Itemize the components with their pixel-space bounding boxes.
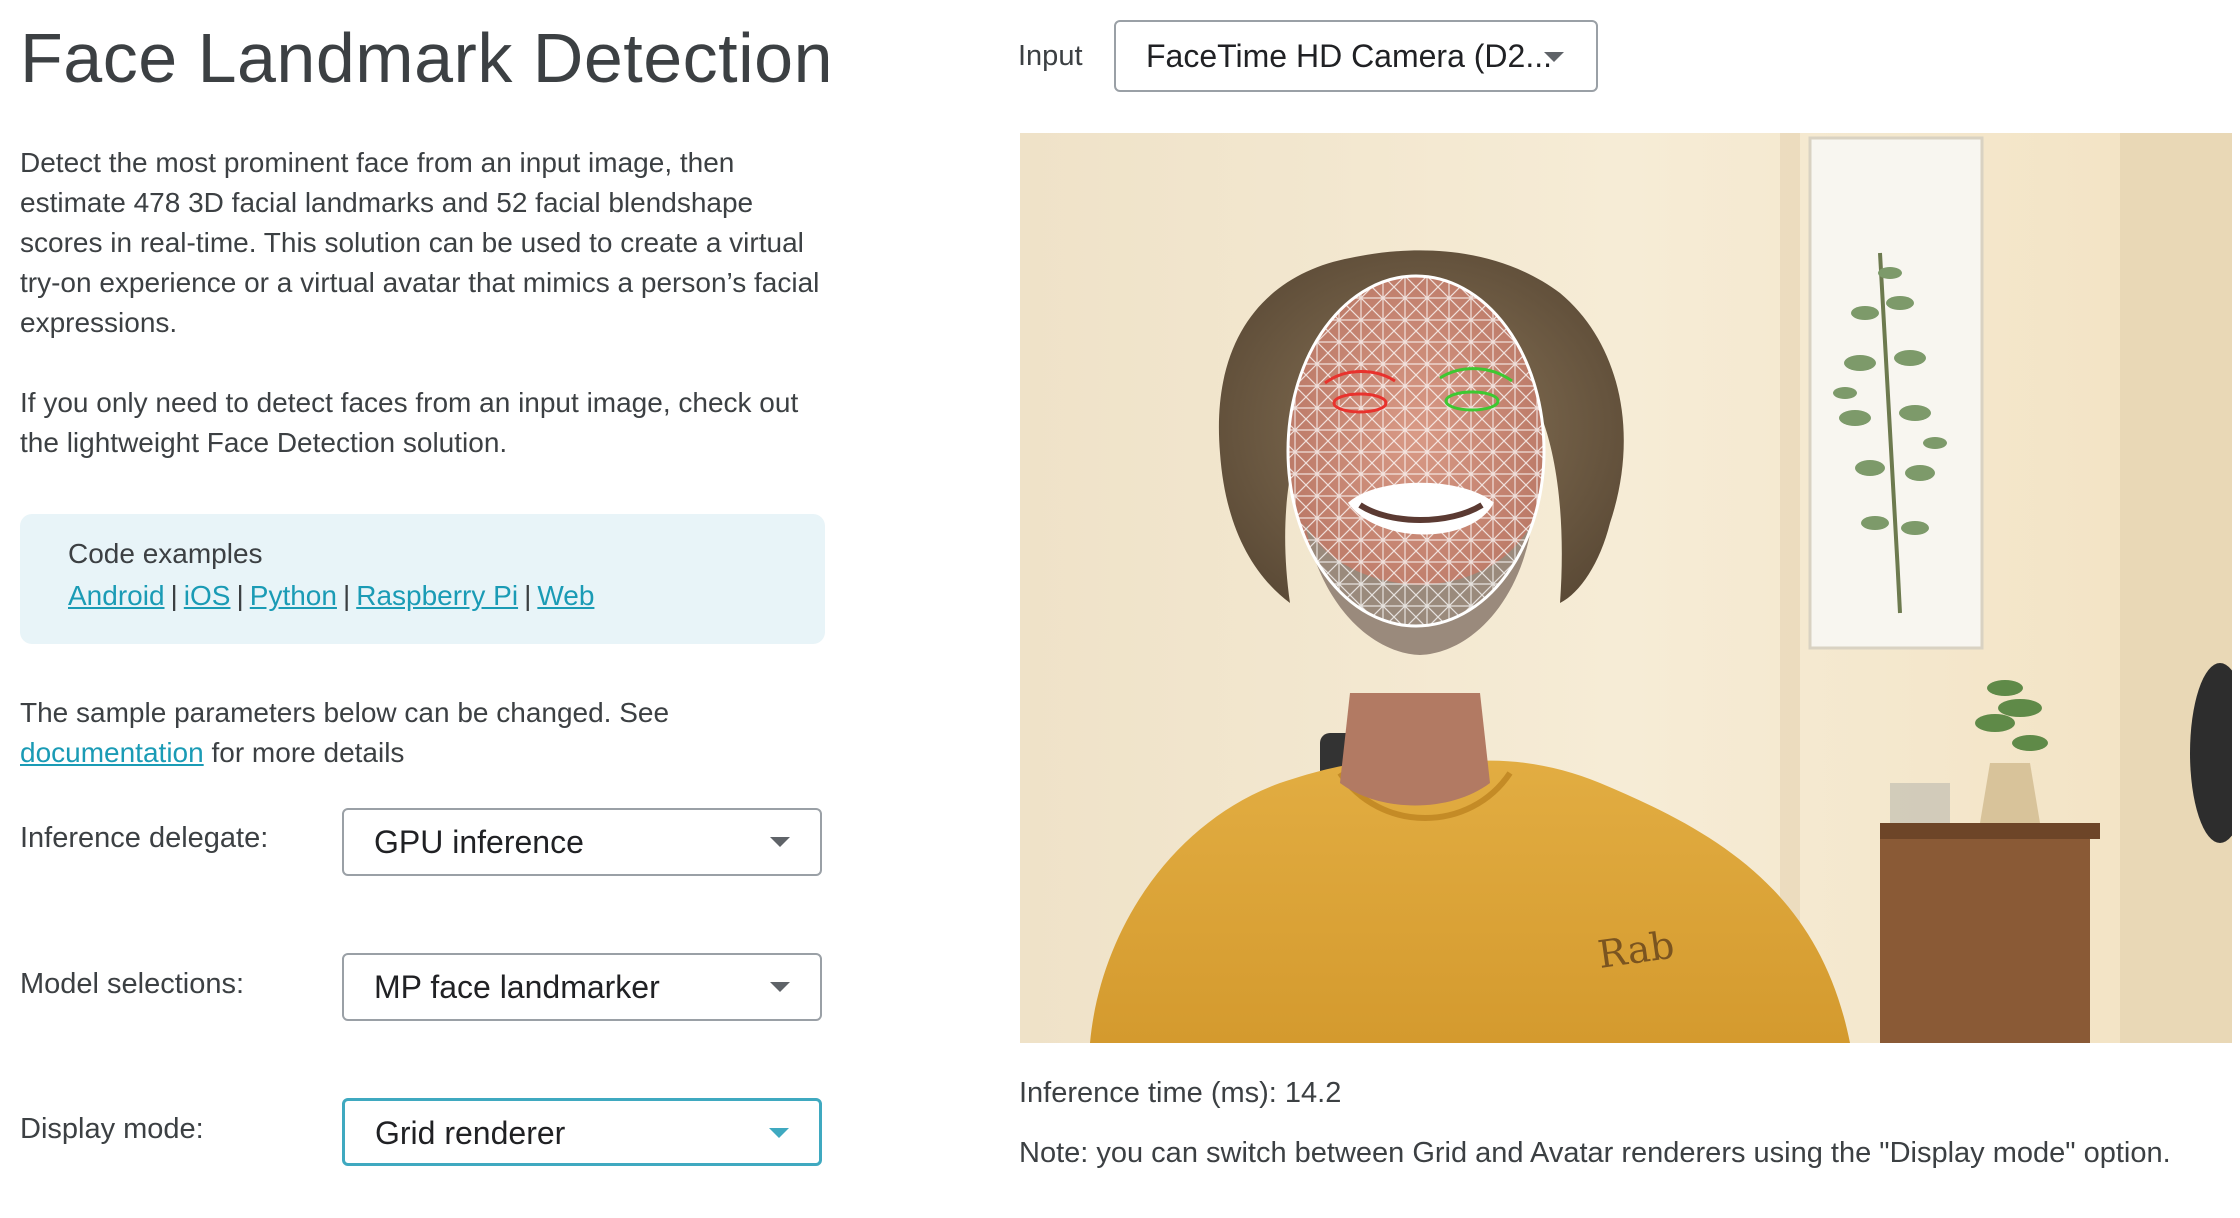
inference-delegate-value: GPU inference (374, 824, 584, 860)
camera-input-value: FaceTime HD Camera (D2... (1146, 38, 1552, 74)
display-mode-select[interactable]: Grid renderer (342, 1098, 822, 1166)
display-mode-label: Display mode: (20, 1113, 204, 1145)
link-separator: | (342, 580, 351, 611)
wall-art (1808, 136, 1984, 650)
webcam-frame: Rab (1020, 133, 2232, 1043)
input-label: Input (1018, 40, 1083, 72)
link-web[interactable]: Web (537, 580, 594, 611)
description-paragraph: If you only need to detect faces from an… (20, 387, 799, 458)
model-selection-select[interactable]: MP face landmarker (342, 953, 822, 1021)
page: Face Landmark Detection Detect the most … (0, 0, 2240, 1218)
link-raspberry-pi[interactable]: Raspberry Pi (356, 580, 518, 611)
display-mode-note: Note: you can switch between Grid and Av… (1019, 1137, 2171, 1169)
code-examples-links: Android | iOS | Python | Raspberry Pi | Web (68, 580, 594, 612)
params-intro-text: The sample parameters below can be chang… (20, 697, 670, 728)
params-intro-text: for more details (203, 737, 405, 768)
documentation-link[interactable]: documentation (20, 737, 204, 768)
link-python[interactable]: Python (250, 580, 337, 611)
inference-delegate-label: Inference delegate: (20, 822, 269, 854)
description-paragraph: Detect the most prominent face from an i… (20, 147, 820, 338)
camera-input-select[interactable]: FaceTime HD Camera (D2... (1114, 20, 1598, 92)
inference-time: Inference time (ms): 14.2 (1019, 1077, 1342, 1109)
display-mode-value: Grid renderer (375, 1115, 566, 1151)
webcam-video: Rab (1020, 133, 2232, 1043)
page-title: Face Landmark Detection (20, 19, 834, 97)
model-selection-label: Model selections: (20, 968, 245, 1000)
code-examples-box: Code examples Android | iOS | Python | Raspber… (20, 514, 825, 644)
link-android[interactable]: Android (68, 580, 165, 611)
model-selection-value: MP face landmarker (374, 969, 660, 1005)
chevron-down-icon (770, 982, 790, 992)
link-separator: | (170, 580, 178, 611)
code-examples-title: Code examples (68, 538, 263, 569)
link-separator: | (524, 580, 532, 611)
chevron-down-icon (770, 837, 790, 847)
inference-delegate-select[interactable]: GPU inference (342, 808, 822, 876)
link-separator: | (236, 580, 244, 611)
chevron-down-icon (1544, 52, 1564, 62)
params-intro: The sample parameters below can be chang… (20, 693, 820, 773)
link-ios[interactable]: iOS (184, 580, 231, 611)
chevron-down-icon (769, 1128, 789, 1138)
